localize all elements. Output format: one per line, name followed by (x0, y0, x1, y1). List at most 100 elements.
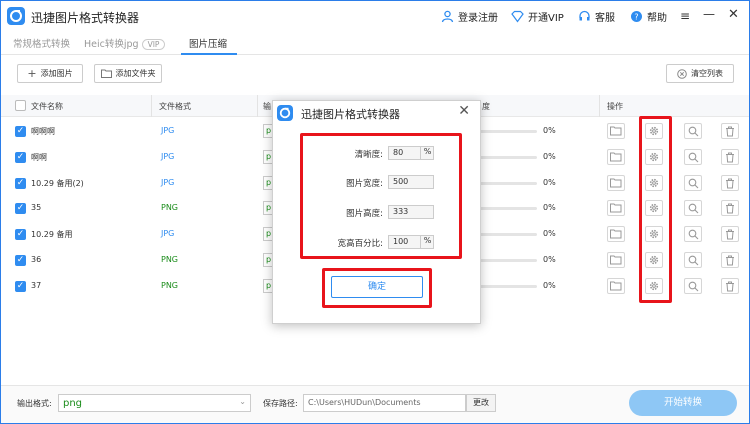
output-format-value: png (63, 398, 83, 409)
delete-trash-icon[interactable] (721, 277, 739, 294)
open-folder-icon[interactable] (607, 200, 625, 217)
preview-search-icon[interactable] (684, 200, 702, 217)
login-register-label: 登录注册 (458, 13, 498, 24)
tab-heic-to-jpg[interactable]: Heic转换jpg VIP (84, 36, 166, 50)
progress-bar (479, 155, 537, 159)
vip-link[interactable]: 开通VIP (511, 9, 564, 24)
progress-percent: 0% (543, 280, 556, 290)
service-link[interactable]: 客服 (578, 9, 615, 24)
add-image-button[interactable]: + 添加图片 (17, 64, 83, 83)
header-output: 输 (263, 102, 271, 111)
file-format: JPG (161, 151, 175, 161)
file-name: 10.29 备用 (31, 230, 73, 240)
preview-search-icon[interactable] (684, 226, 702, 243)
start-convert-button[interactable]: 开始转换 (629, 390, 737, 416)
dialog-logo-icon (277, 105, 293, 121)
width-input[interactable]: 500 (388, 175, 434, 189)
save-path-label: 保存路径: (263, 399, 298, 408)
output-format-select[interactable]: png ⌄ (58, 394, 251, 412)
help-icon: ? (630, 10, 643, 23)
select-all-checkbox[interactable] (15, 100, 26, 111)
minimize-icon[interactable]: — (703, 7, 715, 21)
app-title: 迅捷图片格式转换器 (31, 11, 140, 25)
delete-trash-icon[interactable] (721, 200, 739, 217)
preview-search-icon[interactable] (684, 277, 702, 294)
height-input[interactable]: 333 (388, 205, 434, 219)
vip-label: 开通VIP (528, 13, 564, 24)
clarity-unit: % (420, 146, 434, 160)
progress-bar (479, 181, 537, 185)
delete-trash-icon[interactable] (721, 123, 739, 139)
highlight-settings-column (639, 116, 672, 303)
file-name: 35 (31, 203, 42, 213)
open-folder-icon[interactable] (607, 174, 625, 191)
preview-search-icon[interactable] (684, 123, 702, 139)
file-name: 10.29 备用(2) (31, 178, 84, 188)
preview-search-icon[interactable] (684, 148, 702, 165)
height-label: 图片高度: (346, 209, 383, 219)
file-format: PNG (161, 255, 179, 264)
progress-percent: 0% (543, 126, 556, 135)
file-format: JPG (161, 229, 175, 239)
progress-percent: 0% (543, 203, 556, 213)
app-logo-icon (7, 7, 25, 25)
delete-trash-icon[interactable] (721, 148, 739, 165)
open-folder-icon[interactable] (607, 226, 625, 243)
preview-search-icon[interactable] (684, 174, 702, 191)
width-label: 图片宽度: (346, 179, 383, 189)
progress-bar (479, 259, 537, 262)
change-path-button[interactable]: 更改 (466, 394, 496, 412)
column-divider (151, 95, 152, 117)
row-checkbox[interactable]: ✓ (15, 126, 26, 137)
progress-percent: 0% (543, 151, 556, 161)
login-register-link[interactable]: 登录注册 (441, 9, 498, 24)
file-format: PNG (161, 203, 179, 213)
row-checkbox[interactable]: ✓ (15, 255, 26, 266)
confirm-button[interactable]: 确定 (331, 276, 423, 298)
headset-icon (578, 10, 591, 23)
ratio-unit: % (420, 235, 434, 249)
open-folder-icon[interactable] (607, 277, 625, 294)
add-image-label: 添加图片 (40, 69, 73, 78)
header-file-name: 文件名称 (31, 102, 63, 111)
row-checkbox[interactable]: ✓ (15, 151, 26, 163)
file-format: JPG (161, 126, 175, 135)
ratio-label: 宽高百分比: (337, 239, 383, 249)
open-folder-icon[interactable] (607, 252, 625, 268)
help-label: 帮助 (647, 13, 667, 24)
chevron-down-icon: ⌄ (239, 397, 246, 406)
delete-trash-icon[interactable] (721, 174, 739, 191)
file-name: 啊啊 (31, 152, 47, 162)
title-bar: 迅捷图片格式转换器 登录注册 开通VIP 客服 ? 帮助 ≡ — ✕ (1, 1, 749, 31)
dialog-close-icon[interactable]: ✕ (458, 103, 470, 119)
row-checkbox[interactable]: ✓ (15, 280, 26, 292)
file-format: PNG (161, 280, 179, 290)
clear-list-button[interactable]: 清空列表 (666, 64, 734, 83)
open-folder-icon[interactable] (607, 123, 625, 139)
open-folder-icon[interactable] (607, 148, 625, 165)
column-divider (599, 95, 600, 117)
progress-bar (479, 284, 537, 288)
save-path-field[interactable]: C:\Users\HUDun\Documents (303, 394, 466, 412)
tab-general-convert[interactable]: 常规格式转换 (13, 36, 70, 50)
clarity-label: 清晰度: (354, 150, 383, 160)
preview-search-icon[interactable] (684, 252, 702, 268)
file-format: JPG (161, 177, 175, 187)
row-checkbox[interactable]: ✓ (15, 203, 26, 215)
row-checkbox[interactable]: ✓ (15, 229, 26, 241)
header-actions: 操作 (607, 102, 623, 111)
progress-bar (479, 233, 537, 237)
help-link[interactable]: ? 帮助 (630, 9, 667, 24)
delete-trash-icon[interactable] (721, 226, 739, 243)
close-window-icon[interactable]: ✕ (728, 7, 739, 22)
tab-bar: 常规格式转换 Heic转换jpg VIP 图片压缩 (1, 31, 749, 55)
progress-bar (479, 130, 537, 133)
row-checkbox[interactable]: ✓ (15, 177, 26, 189)
file-name: 36 (31, 255, 42, 264)
menu-icon[interactable]: ≡ (680, 9, 690, 23)
delete-trash-icon[interactable] (721, 252, 739, 268)
file-name: 啊啊啊 (31, 127, 55, 136)
active-tab-indicator (181, 53, 237, 55)
add-folder-button[interactable]: 添加文件夹 (94, 64, 162, 83)
tab-image-compress[interactable]: 图片压缩 (189, 36, 227, 50)
